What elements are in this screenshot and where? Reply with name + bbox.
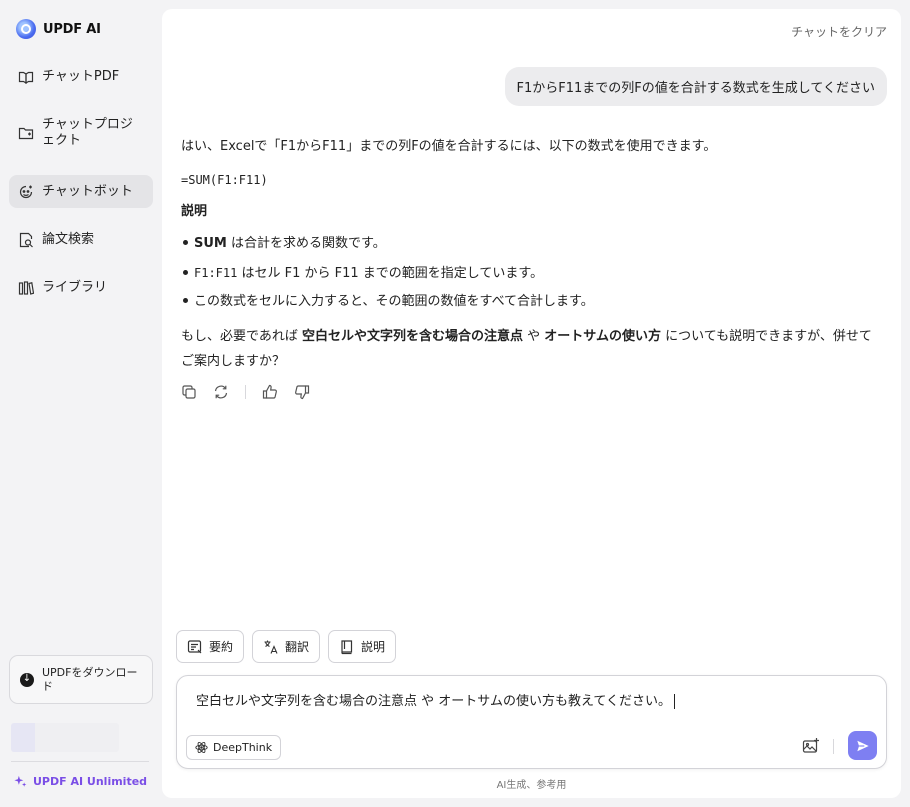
avatar[interactable]: [11, 723, 119, 752]
user-message: F1からF11までの列Fの値を合計する数式を生成してください: [504, 67, 887, 106]
regenerate-icon[interactable]: [213, 384, 229, 400]
summary-button[interactable]: 要約: [176, 630, 245, 663]
atom-icon: [195, 741, 208, 754]
explain-label: 説明: [361, 640, 386, 654]
bullet-text: は合計を求める関数です。: [226, 236, 386, 251]
answer-formula: =SUM(F1:F11): [181, 173, 268, 187]
sidebar-item-library[interactable]: ライブラリ: [9, 273, 153, 303]
bullet-dot: [183, 240, 188, 245]
send-button[interactable]: [848, 731, 877, 760]
list-item: F1:F11 はセル F1 から F11 までの範囲を指定しています。: [183, 263, 543, 284]
translate-icon: [264, 640, 278, 654]
brand-name: UPDF AI: [43, 21, 101, 37]
divider: [11, 761, 149, 762]
sidebar-item-label: チャットボット: [42, 183, 133, 199]
outro-emphasis: 空白セルや文字列を含む場合の注意点: [302, 329, 524, 344]
book-icon: [18, 71, 34, 85]
sidebar-item-chatbot[interactable]: チャットボット: [9, 175, 153, 208]
message-input[interactable]: 空白セルや文字列を含む場合の注意点 や オートサムの使い方も教えてください。: [196, 690, 675, 709]
thumbs-down-icon[interactable]: [294, 384, 310, 400]
sidebar-item-paper-search[interactable]: 論文検索: [9, 225, 153, 255]
library-icon: [18, 281, 34, 295]
send-icon: [856, 740, 869, 751]
copy-icon[interactable]: [181, 384, 197, 400]
summary-label: 要約: [209, 640, 234, 654]
sidebar-item-chat-pdf[interactable]: チャットPDF: [9, 62, 153, 92]
bullet-keyword: SUM: [194, 236, 227, 251]
answer-heading: 説明: [181, 204, 208, 219]
translate-label: 翻訳: [285, 640, 310, 654]
message-composer[interactable]: 空白セルや文字列を含む場合の注意点 や オートサムの使い方も教えてください。 D…: [176, 675, 887, 769]
translate-button[interactable]: 翻訳: [252, 630, 321, 663]
download-label: UPDFをダウンロード: [42, 665, 138, 693]
thumbs-up-icon[interactable]: [262, 384, 278, 400]
upgrade-link[interactable]: UPDF AI Unlimited: [14, 775, 147, 788]
chat-panel: チャットをクリア F1からF11までの列Fの値を合計する数式を生成してください …: [162, 9, 901, 798]
answer-intro: はい、Excelで「F1からF11」までの列Fの値を合計するには、以下の数式を使…: [181, 139, 717, 154]
sidebar: UPDF AI チャットPDF チャットプロジェクト チャットボット 論文検索 …: [0, 0, 162, 807]
list-item: SUM は合計を求める関数です。: [183, 234, 386, 254]
divider: [245, 385, 246, 399]
explain-button[interactable]: 説明: [328, 630, 397, 663]
sidebar-item-label: 論文検索: [42, 232, 95, 247]
sidebar-item-label: チャットPDF: [42, 69, 120, 84]
sidebar-item-label: ライブラリ: [42, 280, 108, 295]
answer-outro: もし、必要であれば 空白セルや文字列を含む場合の注意点 や オートサムの使い方 …: [181, 324, 881, 374]
bullet-range: F1:F11: [194, 266, 238, 280]
updf-logo-icon: [16, 19, 36, 39]
book-icon: [341, 639, 353, 654]
download-updf-button[interactable]: UPDFをダウンロード: [9, 655, 153, 704]
brand[interactable]: UPDF AI: [16, 19, 101, 39]
clear-chat-button[interactable]: チャットをクリア: [791, 23, 887, 40]
text-caret: [673, 694, 675, 709]
folder-icon: [18, 127, 34, 140]
deepthink-label: DeepThink: [213, 741, 273, 754]
bot-icon: [19, 185, 33, 198]
list-item: この数式をセルに入力すると、その範囲の数値をすべて合計します。: [183, 292, 594, 312]
outro-emphasis: オートサムの使い方: [544, 329, 662, 344]
outro-text: もし、必要であれば: [181, 329, 303, 344]
sparkle-icon: [14, 775, 27, 787]
message-actions: [181, 384, 310, 400]
upgrade-label: UPDF AI Unlimited: [33, 775, 148, 788]
sidebar-item-label: チャットプロジェクト: [42, 117, 133, 148]
message-input-text: 空白セルや文字列を含む場合の注意点 や オートサムの使い方も教えてください。: [196, 694, 671, 709]
outro-text: や: [523, 329, 545, 344]
search-doc-icon: [19, 232, 33, 248]
ai-disclaimer: AI生成、参考用: [496, 780, 567, 791]
download-icon: [20, 672, 34, 687]
sidebar-item-chat-project[interactable]: チャットプロジェクト: [9, 110, 153, 156]
bullet-dot: [183, 270, 188, 275]
image-upload-icon[interactable]: [802, 737, 820, 755]
summary-icon: [187, 639, 202, 653]
deepthink-toggle[interactable]: DeepThink: [186, 735, 282, 760]
divider: [833, 739, 834, 754]
bullet-text: この数式をセルに入力すると、その範囲の数値をすべて合計します。: [194, 294, 594, 309]
bullet-text: はセル F1 から F11 までの範囲を指定しています。: [237, 266, 544, 281]
bullet-dot: [183, 298, 188, 303]
